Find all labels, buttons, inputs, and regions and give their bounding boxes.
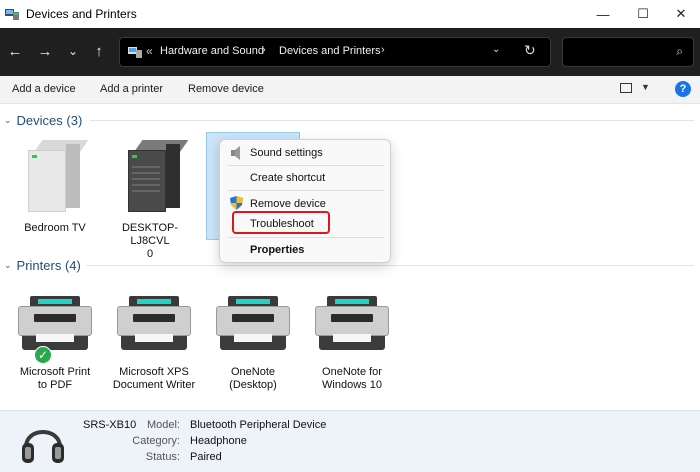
view-icon[interactable] [620, 83, 632, 93]
help-icon[interactable]: ? [675, 81, 691, 97]
printer-label: Microsoft Print [19, 366, 91, 378]
remove-device-button[interactable]: Remove device [188, 83, 264, 95]
printer-icon[interactable] [117, 296, 191, 350]
close-button[interactable]: ✕ [658, 0, 700, 28]
category-value: Headphone [190, 435, 247, 447]
printers-group-label: Printers (4) [16, 257, 81, 273]
breadcrumb-separator[interactable]: › [262, 44, 266, 56]
device-label: 0 [146, 248, 154, 260]
menu-separator [228, 237, 384, 238]
menu-separator [228, 190, 384, 191]
menu-item-remove-device[interactable]: Remove device [250, 198, 326, 210]
address-overflow[interactable]: « [146, 44, 153, 58]
printer-icon[interactable] [18, 296, 92, 350]
context-menu: Sound settings Create shortcut Remove de… [219, 139, 391, 263]
search-icon[interactable]: ⌕ [676, 44, 683, 59]
troubleshoot-highlight [232, 211, 330, 234]
printer-microsoft-print-to-pdf[interactable]: Microsoft Print to PDF [9, 366, 101, 392]
menu-item-properties[interactable]: Properties [250, 244, 304, 256]
printer-icon[interactable] [315, 296, 389, 350]
address-dropdown-icon[interactable]: ⌄ [492, 44, 500, 55]
forward-button[interactable]: → [34, 40, 56, 62]
add-printer-button[interactable]: Add a printer [100, 83, 163, 95]
devices-group-header[interactable]: ⌄ Devices (3) [4, 110, 82, 130]
printer-label: Document Writer [112, 379, 196, 391]
device-label: Bedroom TV [24, 222, 86, 234]
menu-item-create-shortcut[interactable]: Create shortcut [250, 172, 325, 184]
headphone-icon [20, 417, 66, 467]
model-value: Bluetooth Peripheral Device [190, 419, 327, 431]
menu-separator [228, 165, 384, 166]
group-divider [90, 120, 694, 121]
chevron-down-icon[interactable]: ⌄ [4, 260, 12, 271]
address-bar[interactable]: « Hardware and Sound › Devices and Print… [119, 37, 551, 67]
back-button[interactable]: ← [4, 40, 26, 62]
details-pane: SRS-XB10 Model: Bluetooth Peripheral Dev… [0, 410, 700, 472]
recent-locations-button[interactable]: ⌄ [62, 40, 84, 62]
printer-icon[interactable] [216, 296, 290, 350]
printer-label: Microsoft XPS [119, 366, 189, 378]
bedroom-tv-icon[interactable] [24, 140, 89, 214]
printer-label: to PDF [37, 379, 73, 391]
printer-label: OneNote [230, 366, 276, 378]
printers-group-header[interactable]: ⌄ Printers (4) [4, 255, 81, 275]
search-input[interactable]: ⌕ [562, 37, 694, 67]
speaker-icon [230, 146, 242, 163]
default-printer-check-icon: ✓ [34, 346, 52, 364]
device-label: DESKTOP-LJ8CVL [121, 222, 179, 247]
device-desktop[interactable]: DESKTOP-LJ8CVL 0 [104, 222, 196, 261]
chevron-down-icon[interactable]: ⌄ [4, 115, 12, 126]
title-bar: Devices and Printers — ☐ ✕ [0, 0, 700, 28]
status-label: Status: [145, 451, 180, 463]
devices-printers-icon [4, 7, 20, 21]
printer-microsoft-xps-document-writer[interactable]: Microsoft XPS Document Writer [108, 366, 200, 392]
refresh-icon[interactable]: ↻ [524, 42, 536, 59]
printer-onenote-for-windows-10[interactable]: OneNote for Windows 10 [306, 366, 398, 392]
navigation-bar: ← → ⌄ ↑ « Hardware and Sound › Devices a… [0, 28, 700, 76]
devices-group-label: Devices (3) [16, 112, 83, 128]
printer-label: OneNote for [322, 366, 382, 378]
printer-label: (Desktop) [229, 379, 277, 391]
category-label: Category: [132, 435, 180, 447]
view-dropdown-icon[interactable]: ▼ [641, 82, 650, 92]
status-value: Paired [190, 451, 222, 463]
breadcrumb-separator[interactable]: › [381, 44, 385, 56]
printer-onenote-desktop[interactable]: OneNote (Desktop) [207, 366, 299, 392]
device-bedroom-tv[interactable]: Bedroom TV [9, 222, 101, 235]
breadcrumb-devices-and-printers[interactable]: Devices and Printers [279, 45, 381, 57]
command-bar: Add a device Add a printer Remove device… [0, 76, 700, 104]
menu-item-sound-settings[interactable]: Sound settings [250, 147, 323, 159]
control-panel-icon [127, 45, 143, 59]
desktop-computer-icon[interactable] [124, 140, 189, 214]
window-title: Devices and Printers [26, 7, 137, 21]
up-button[interactable]: ↑ [88, 40, 110, 62]
printer-label: Windows 10 [322, 379, 382, 391]
add-device-button[interactable]: Add a device [12, 83, 76, 95]
breadcrumb-hardware-and-sound[interactable]: Hardware and Sound [160, 45, 264, 57]
model-label: Model: [146, 419, 180, 431]
group-divider [86, 265, 694, 266]
